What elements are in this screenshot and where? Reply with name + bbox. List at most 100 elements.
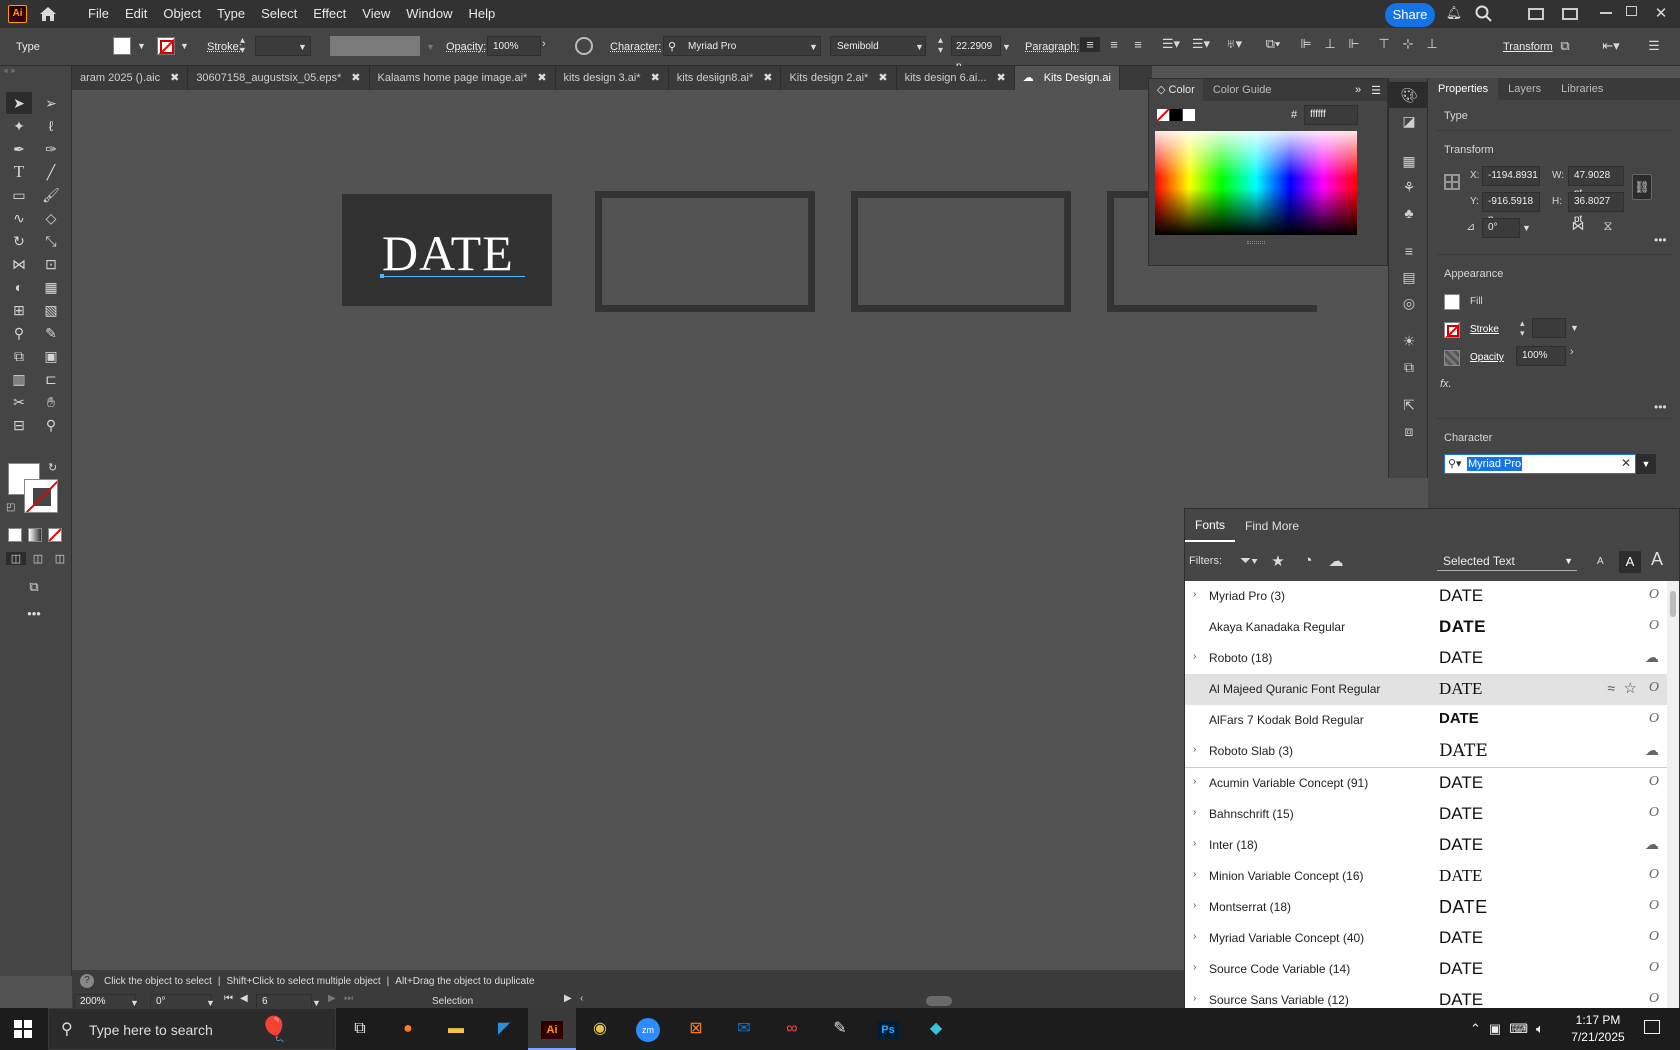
fill-dropdown-icon[interactable]: ▼ [137, 41, 146, 51]
align-left-icon[interactable]: ≡ [1080, 36, 1100, 52]
tab-doc-2[interactable]: 30607158_augustsix_05.eps* ✖ [188, 66, 370, 90]
last-artboard-icon[interactable]: ⏭ [344, 993, 353, 1004]
color-spectrum[interactable] [1155, 131, 1357, 235]
font-list-toggle[interactable]: ▼ [1636, 454, 1656, 474]
magic-wand-tool-icon[interactable]: ✦ [6, 115, 32, 137]
expand-chevron-icon[interactable]: › [1193, 807, 1196, 818]
similar-fonts-icon[interactable]: ≈ [1607, 680, 1615, 696]
bell-icon[interactable]: 🔔︎ [1444, 5, 1464, 21]
export-icon[interactable]: ⇱ [1389, 392, 1429, 418]
close-tab-icon[interactable]: ✖ [170, 66, 179, 90]
transform-label[interactable]: Transform [1503, 41, 1553, 53]
hex-input[interactable]: ffffff [1304, 105, 1358, 125]
artboard-dropdown-icon[interactable]: ▼ [312, 998, 321, 1008]
task-view-icon[interactable]: ⧉ [336, 1008, 384, 1050]
empty-frame-1[interactable] [595, 191, 815, 312]
opacity-more-icon[interactable]: › [1570, 346, 1574, 358]
perspective-grid-tool-icon[interactable]: ▦ [38, 276, 64, 298]
stroke-dropdown-icon[interactable]: ▼ [180, 41, 189, 51]
none-mode-icon[interactable] [48, 528, 62, 542]
menu-help[interactable]: Help [460, 0, 503, 28]
expand-chevron-icon[interactable]: › [1193, 962, 1196, 973]
preview-size-medium[interactable]: A [1619, 551, 1641, 573]
font-row-roboto[interactable]: › Roboto (18) DATE ☁ [1185, 643, 1667, 674]
none-swatch[interactable] [1157, 109, 1169, 121]
bullets-icon[interactable]: ☰▾ [1158, 36, 1184, 52]
close-tab-icon[interactable]: ✖ [997, 66, 1006, 90]
appearance-icon[interactable]: ☀ [1389, 328, 1429, 354]
close-tab-icon[interactable]: ✖ [651, 66, 660, 90]
artboards-icon[interactable]: ⧈ [1389, 418, 1429, 444]
constrain-proportions-icon[interactable]: ⛓ [1632, 174, 1652, 200]
graph-tool-icon[interactable]: ▥ [6, 368, 32, 390]
favorites-filter-icon[interactable]: ★ [1269, 552, 1287, 570]
font-style-dropdown-icon[interactable]: ▼ [915, 42, 924, 52]
flip-horizontal-icon[interactable]: ⋈ [1570, 218, 1586, 234]
numbered-list-icon[interactable]: ☰▾ [1188, 36, 1214, 52]
gem-app-icon[interactable]: ◆ [912, 1008, 960, 1050]
menu-edit[interactable]: Edit [117, 0, 155, 28]
swatches-icon[interactable]: ▦ [1389, 148, 1429, 174]
first-artboard-icon[interactable]: ⏮ [224, 993, 233, 1004]
status-menu-arrow-icon[interactable]: ▶ [564, 993, 572, 1004]
close-tab-icon[interactable]: ✖ [878, 66, 887, 90]
y-input[interactable]: -916.5918 p [1482, 192, 1540, 225]
scrollbar-thumb[interactable] [1670, 591, 1676, 617]
prev-artboard-icon[interactable]: ◀ [240, 993, 248, 1004]
graphic-styles-icon[interactable]: ⧉ [1389, 354, 1429, 380]
mesh-tool-icon[interactable]: ⊞ [6, 299, 32, 321]
flip-vertical-icon[interactable]: ⧖ [1600, 218, 1616, 234]
clear-search-icon[interactable]: ✕ [1621, 456, 1631, 470]
tab-fonts[interactable]: Fonts [1185, 510, 1236, 542]
menu-window[interactable]: Window [398, 0, 460, 28]
arrange-documents-icon[interactable] [1562, 8, 1578, 20]
font-row-alfars[interactable]: AlFars 7 Kodak Bold Regular DATE O [1185, 705, 1667, 736]
tab-layers[interactable]: Layers [1498, 83, 1551, 95]
collapse-panel-icon[interactable]: » [1355, 84, 1361, 96]
favorite-star-icon[interactable]: ☆ [1624, 679, 1637, 697]
stroke-weight-input[interactable] [1532, 318, 1566, 338]
font-row-source-code[interactable]: › Source Code Variable (14) DATE O [1185, 954, 1667, 985]
align-bottom-objects-icon[interactable]: ⊥ [1422, 36, 1442, 52]
font-row-bahnschrift[interactable]: › Bahnschrift (15) DATE O [1185, 799, 1667, 830]
tab-find-more[interactable]: Find More [1235, 519, 1309, 533]
date-artboard[interactable]: DATE [342, 194, 552, 306]
font-search-field[interactable]: ⚲▾ Myriad Pro ✕ [1444, 454, 1636, 474]
tray-app-icon[interactable]: ▣ [1489, 1021, 1501, 1037]
swap-fill-stroke-icon[interactable]: ↻ [48, 461, 57, 474]
fill-swatch[interactable] [113, 37, 131, 55]
gradient-mode-icon[interactable] [28, 528, 42, 542]
menu-effect[interactable]: Effect [305, 0, 354, 28]
stroke-stepper-icon[interactable]: ▴ ▾ [1520, 318, 1525, 338]
draw-behind-icon[interactable]: ◫ [28, 552, 48, 565]
rectangle-tool-icon[interactable]: ▭ [6, 184, 32, 206]
h-input[interactable]: 36.8027 pt [1568, 192, 1624, 225]
color-guide-icon[interactable]: ◪ [1389, 108, 1429, 134]
expand-chevron-icon[interactable]: › [1193, 931, 1196, 942]
expand-chevron-icon[interactable]: › [1193, 744, 1196, 755]
w-input[interactable]: 47.9028 pt [1568, 166, 1624, 199]
font-row-acumin[interactable]: › Acumin Variable Concept (91) DATE O [1185, 768, 1667, 799]
home-icon[interactable] [38, 4, 58, 24]
appearance-stroke-swatch[interactable] [1444, 322, 1460, 338]
file-explorer-icon[interactable]: ▬ [432, 1008, 480, 1050]
tab-doc-3[interactable]: Kalaams home page image.ai* ✖ [370, 66, 556, 90]
live-paint-tool-icon[interactable]: ▣ [38, 345, 64, 367]
reference-point-icon[interactable] [1444, 174, 1460, 190]
brushes-icon[interactable]: ⚘ [1389, 174, 1429, 200]
free-transform-tool-icon[interactable]: ⊡ [38, 253, 64, 275]
selection-tool-icon[interactable]: ➤ [6, 92, 32, 114]
opacity-input[interactable]: 100% [487, 36, 541, 56]
font-family-dropdown-icon[interactable]: ▼ [809, 42, 818, 52]
resize-grip-icon[interactable] [1247, 241, 1265, 244]
more-appearance-options-icon[interactable]: ••• [1654, 400, 1667, 414]
color-panel-icon[interactable]: 🎨︎ [1389, 82, 1429, 108]
transparency-icon[interactable]: ◎ [1389, 290, 1429, 316]
notifications-icon[interactable] [1644, 1020, 1660, 1034]
print-tiling-tool-icon[interactable]: ⊟ [6, 414, 32, 436]
rotate-dropdown-icon[interactable]: ▼ [1522, 223, 1531, 233]
recolor-artwork-icon[interactable] [575, 37, 593, 55]
font-row-roboto-slab[interactable]: › Roboto Slab (3) DATE ☁ [1185, 736, 1667, 767]
pen-app-icon[interactable]: ✎ [816, 1008, 864, 1050]
type-tool-icon[interactable]: T [6, 161, 32, 183]
